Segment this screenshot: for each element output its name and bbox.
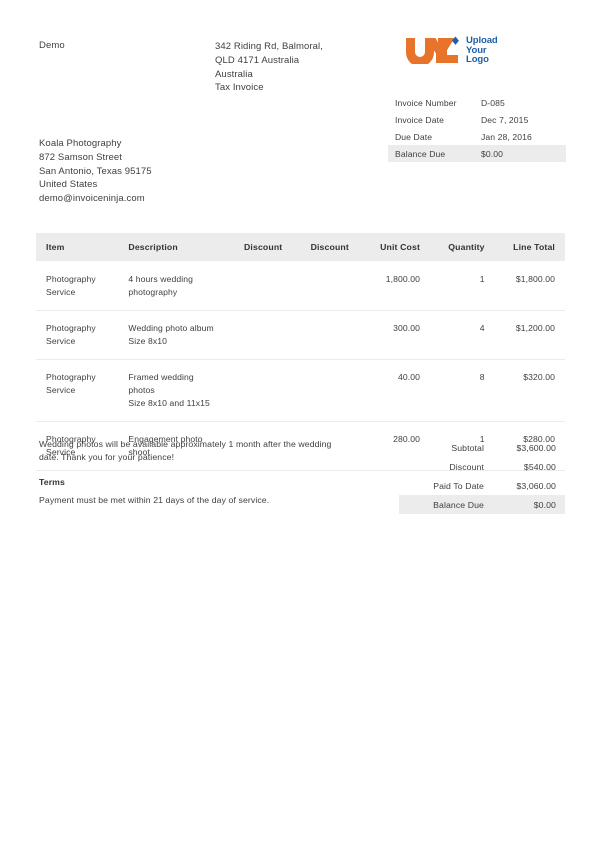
column-header-quantity: Quantity: [430, 233, 495, 262]
invoice-notes: Wedding photos will be available approxi…: [39, 438, 339, 506]
invoice-date-value: Dec 7, 2015: [481, 114, 529, 125]
company-name: Demo: [39, 40, 65, 51]
balance-due-value: $0.00: [481, 148, 504, 159]
totals-row-discount: Discount $540.00: [399, 457, 565, 476]
invoice-meta-table: Invoice Number D-085 Invoice Date Dec 7,…: [388, 94, 566, 162]
column-header-item: Item: [36, 233, 119, 262]
totals-row-paid-to-date: Paid To Date $3,060.00: [399, 476, 565, 495]
invoice-date-label: Invoice Date: [395, 114, 444, 125]
client-email: demo@invoiceninja.com: [39, 193, 145, 205]
company-address-line: QLD 4171 Australia: [215, 54, 300, 66]
invoice-number-value: D-085: [481, 97, 505, 108]
client-city-state-zip: San Antonio, Texas 95175: [39, 165, 152, 177]
invoice-meta-row: Invoice Number D-085: [388, 94, 566, 111]
cell-discount-2: [292, 260, 359, 312]
invoice-meta-row-balance-due: Balance Due $0.00: [388, 145, 566, 162]
cell-item: Photography Service: [36, 260, 119, 312]
invoice-number-label: Invoice Number: [395, 97, 457, 108]
cell-quantity: 1: [430, 260, 495, 312]
column-header-discount-1: Discount: [225, 233, 293, 262]
cell-item: Photography Service: [36, 359, 119, 423]
cell-discount-2: [292, 359, 359, 423]
invoice-meta-row: Due Date Jan 28, 2016: [388, 128, 566, 145]
company-address-line: Australia: [215, 68, 253, 80]
cell-line-total: $320.00: [494, 359, 565, 423]
line-items-table: Item Description Discount Discount Unit …: [36, 233, 565, 472]
invoice-page: Demo 342 Riding Rd, Balmoral, QLD 4171 A…: [0, 0, 601, 850]
client-name: Koala Photography: [39, 138, 122, 149]
balance-due-label: Balance Due: [395, 148, 446, 159]
totals-row-balance-due: Balance Due $0.00: [399, 495, 565, 514]
column-header-discount-2: Discount: [292, 233, 359, 262]
company-address-line: 342 Riding Rd, Balmoral,: [215, 41, 324, 52]
column-header-description: Description: [118, 233, 226, 262]
paid-to-date-label: Paid To Date: [433, 480, 484, 491]
table-row: Photography Service Wedding photo album S…: [36, 310, 565, 361]
company-address: 342 Riding Rd, Balmoral, QLD 4171 Austra…: [215, 40, 323, 95]
line-items-header: Item Description Discount Discount Unit …: [36, 233, 565, 262]
discount-label: Discount: [449, 461, 484, 472]
paid-to-date-value: $3,060.00: [516, 480, 556, 491]
cell-discount-1: [225, 359, 293, 423]
table-row: Photography Service 4 hours wedding phot…: [36, 260, 565, 312]
subtotal-label: Subtotal: [451, 442, 484, 453]
cell-item: Photography Service: [36, 310, 119, 361]
logo-word-logo: Logo: [466, 54, 489, 66]
totals-table: Subtotal $3,600.00 Discount $540.00 Paid…: [399, 438, 565, 514]
cell-description: Wedding photo album Size 8x10: [118, 310, 226, 361]
terms-text: Payment must be met within 21 days of th…: [39, 494, 270, 505]
column-header-unit-cost: Unit Cost: [358, 233, 431, 262]
logo-wordmark: Upload Your Logo: [466, 36, 498, 65]
terms-heading: Terms: [39, 477, 65, 488]
due-date-label: Due Date: [395, 131, 433, 142]
table-row: Photography Service Framed wedding photo…: [36, 359, 565, 423]
cell-unit-cost: 40.00: [358, 359, 431, 423]
cell-discount-1: [225, 310, 293, 361]
client-street: 872 Samson Street: [39, 151, 123, 163]
cell-discount-2: [292, 310, 359, 361]
client-country: United States: [39, 179, 98, 191]
cell-quantity: 8: [430, 359, 495, 423]
cell-line-total: $1,200.00: [494, 310, 565, 361]
cell-unit-cost: 300.00: [358, 310, 431, 361]
cell-description: 4 hours wedding photography: [118, 260, 226, 312]
invoice-meta-row: Invoice Date Dec 7, 2015: [388, 111, 566, 128]
totals-balance-due-label: Balance Due: [433, 499, 484, 510]
column-header-line-total: Line Total: [494, 233, 565, 262]
public-note: Wedding photos will be available approxi…: [39, 439, 332, 462]
discount-value: $540.00: [523, 461, 556, 472]
totals-row-subtotal: Subtotal $3,600.00: [399, 438, 565, 457]
company-address-line: Tax Invoice: [215, 82, 264, 94]
cell-discount-1: [225, 260, 293, 312]
cell-quantity: 4: [430, 310, 495, 361]
table-header-row: Item Description Discount Discount Unit …: [36, 233, 565, 262]
subtotal-value: $3,600.00: [516, 442, 556, 453]
totals-balance-due-value: $0.00: [533, 499, 556, 510]
cell-unit-cost: 1,800.00: [358, 260, 431, 312]
cell-line-total: $1,800.00: [494, 260, 565, 312]
company-logo: Upload Your Logo: [404, 36, 498, 65]
due-date-value: Jan 28, 2016: [481, 131, 532, 142]
invoice-header: Demo 342 Riding Rd, Balmoral, QLD 4171 A…: [0, 0, 601, 100]
cell-description: Framed wedding photos Size 8x10 and 11x15: [118, 359, 226, 423]
client-address-block: Koala Photography 872 Samson Street San …: [39, 137, 152, 206]
uyl-logo-icon: [406, 36, 459, 65]
